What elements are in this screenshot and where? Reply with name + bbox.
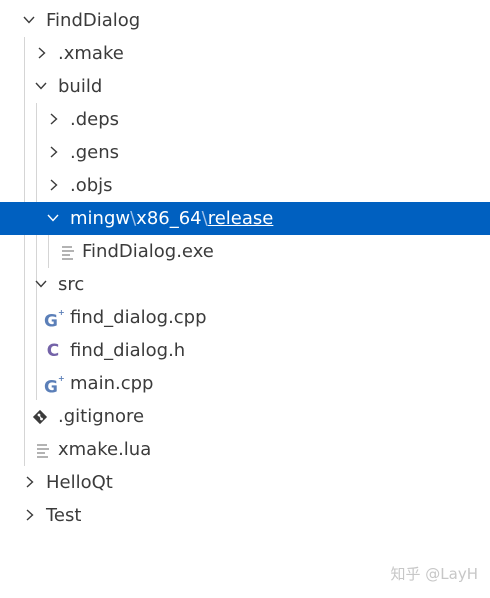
chevron-down-icon[interactable] [46, 211, 60, 225]
tree-folder-src[interactable]: src [0, 268, 490, 301]
tree-folder-helloqt[interactable]: HelloQt [0, 466, 490, 499]
file-explorer-tree: FindDialog .xmake build .deps .gens .obj… [0, 4, 490, 532]
chevron-down-icon[interactable] [22, 13, 36, 27]
c-header-icon: C [46, 341, 60, 361]
tree-file-main-cpp[interactable]: G+ main.cpp [0, 367, 490, 400]
git-diamond-icon [31, 408, 49, 426]
path-segment-mingw[interactable]: mingw [70, 208, 130, 229]
tree-folder-build[interactable]: build [0, 70, 490, 103]
tree-folder-gens[interactable]: .gens [0, 136, 490, 169]
tree-folder-test[interactable]: Test [0, 499, 490, 532]
tree-file-finddialog-exe[interactable]: FindDialog.exe [0, 235, 490, 268]
tree-item-label: FindDialog.exe [82, 241, 214, 262]
lines-file-icon [59, 243, 77, 261]
lines-file-icon [34, 441, 52, 459]
path-segment-x86-64[interactable]: x86_64 [136, 208, 201, 229]
chevron-right-icon[interactable] [47, 145, 61, 159]
tree-file-gitignore[interactable]: .gitignore [0, 400, 490, 433]
chevron-right-icon[interactable] [23, 475, 37, 489]
tree-folder-mingw-x86-64-release[interactable]: mingw\x86_64\release [0, 202, 490, 235]
tree-item-compact-label: mingw\x86_64\release [70, 202, 273, 235]
tree-folder-deps[interactable]: .deps [0, 103, 490, 136]
tree-item-label: find_dialog.h [70, 340, 186, 361]
chevron-right-icon[interactable] [47, 178, 61, 192]
watermark: 知乎 @LayH [390, 565, 478, 583]
tree-item-label: .gens [70, 142, 120, 163]
tree-file-find-dialog-cpp[interactable]: G+ find_dialog.cpp [0, 301, 490, 334]
tree-folder-objs[interactable]: .objs [0, 169, 490, 202]
tree-folder-finddialog[interactable]: FindDialog [0, 4, 490, 37]
tree-item-label: build [58, 76, 103, 97]
tree-item-label: find_dialog.cpp [70, 307, 207, 328]
tree-item-label: .gitignore [58, 406, 145, 427]
chevron-right-icon[interactable] [47, 112, 61, 126]
tree-item-label: .xmake [58, 43, 124, 64]
tree-item-label: xmake.lua [58, 439, 152, 460]
cpp-file-icon: G+ [44, 308, 65, 332]
chevron-down-icon[interactable] [34, 79, 48, 93]
tree-item-label: src [58, 274, 85, 295]
tree-folder-xmake[interactable]: .xmake [0, 37, 490, 70]
tree-item-label: FindDialog [46, 10, 141, 31]
tree-item-label: main.cpp [70, 373, 154, 394]
tree-item-label: .objs [70, 175, 113, 196]
path-segment-release[interactable]: release [208, 208, 274, 229]
tree-item-label: HelloQt [46, 472, 113, 493]
chevron-right-icon[interactable] [35, 46, 49, 60]
tree-item-label: .deps [70, 109, 120, 130]
tree-item-label: Test [46, 505, 82, 526]
tree-file-xmake-lua[interactable]: xmake.lua [0, 433, 490, 466]
chevron-down-icon[interactable] [34, 277, 48, 291]
cpp-file-icon: G+ [44, 374, 65, 398]
chevron-right-icon[interactable] [23, 508, 37, 522]
tree-file-find-dialog-h[interactable]: C find_dialog.h [0, 334, 490, 367]
